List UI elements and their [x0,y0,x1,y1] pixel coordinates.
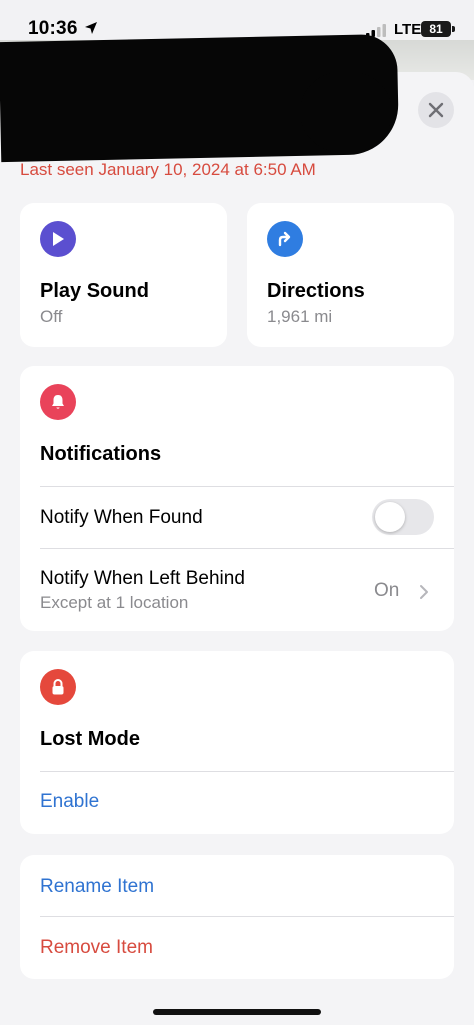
close-button[interactable] [418,92,454,128]
lock-icon [40,669,76,705]
directions-title: Directions [267,280,365,302]
last-seen-text: Last seen January 10, 2024 at 6:50 AM [20,160,316,179]
item-actions-card: Rename Item Remove Item [20,855,454,979]
notify-when-left-behind-label: Notify When Left Behind [40,568,245,589]
enable-lost-mode-button[interactable]: Enable [40,791,99,813]
play-sound-title: Play Sound [40,280,149,302]
network-type: LTE [394,21,422,38]
directions-arrow-icon [267,221,303,257]
divider [40,486,454,487]
remove-item-button[interactable]: Remove Item [40,937,153,959]
divider [40,771,454,772]
notifications-card: Notifications Notify When Found Notify W… [20,366,454,631]
divider [40,916,454,917]
directions-distance: 1,961 mi [267,307,333,326]
notify-when-found-toggle[interactable] [372,499,434,535]
notify-when-found-label: Notify When Found [40,507,203,528]
play-sound-card[interactable]: Play Sound Off [20,203,227,347]
battery-level: 81 [421,21,451,37]
notify-when-left-behind-sublabel: Except at 1 location [40,593,189,612]
location-arrow-icon [85,22,97,34]
lost-mode-title: Lost Mode [40,728,140,750]
chevron-right-icon [420,585,428,599]
home-indicator [153,1009,321,1015]
redacted-item-name-extension [300,72,392,152]
play-icon [40,221,76,257]
rename-item-button[interactable]: Rename Item [40,876,154,898]
lost-mode-card: Lost Mode Enable [20,651,454,834]
status-time: 10:36 [28,18,78,39]
bell-icon [40,384,76,420]
notify-when-left-behind-value: On [374,580,400,601]
close-icon [428,102,444,118]
battery-tip [452,26,455,32]
toggle-knob [375,502,405,532]
notify-when-left-behind-row[interactable]: Notify When Left Behind Except at 1 loca… [20,549,454,631]
directions-card[interactable]: Directions 1,961 mi [247,203,454,347]
notifications-title: Notifications [40,443,162,465]
play-sound-status: Off [40,307,63,326]
